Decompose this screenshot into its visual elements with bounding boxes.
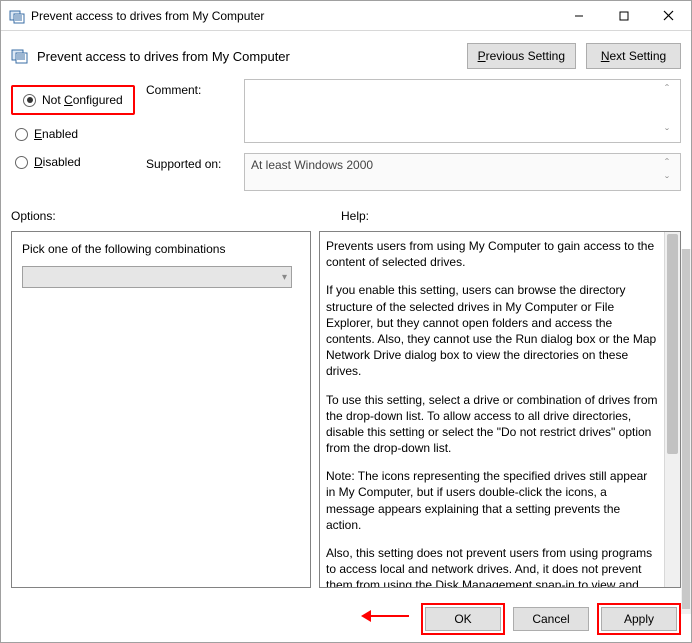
highlight-ok: OK [421,603,505,635]
scroll-arrows-icon: ˆˇ [665,82,677,140]
help-paragraph: To use this setting, select a drive or c… [326,392,658,457]
radio-not-configured[interactable]: Not Configured [19,91,127,109]
app-icon [9,8,25,24]
help-paragraph: If you enable this setting, users can br… [326,282,658,379]
supported-label: Supported on: [146,153,236,191]
previous-setting-button[interactable]: Previous Setting [467,43,576,69]
scroll-arrows-icon: ˆˇ [665,156,677,188]
lower-panes: Pick one of the following combinations ▾… [1,227,691,596]
radio-icon [15,128,28,141]
close-button[interactable] [646,1,691,30]
right-column: Comment: ˆˇ Supported on: At least Windo… [146,79,681,191]
highlight-apply: Apply [597,603,681,635]
outer-scrollbar[interactable] [681,249,691,614]
next-setting-button[interactable]: Next Setting [586,43,681,69]
footer: OK Cancel Apply [1,596,691,642]
help-paragraph: Prevents users from using My Computer to… [326,238,658,270]
help-paragraph: Also, this setting does not prevent user… [326,545,658,587]
policy-heading: Prevent access to drives from My Compute… [37,49,457,64]
help-pane: Prevents users from using My Computer to… [319,231,681,588]
help-text: Prevents users from using My Computer to… [320,232,664,587]
supported-text: At least Windows 2000 [251,158,373,172]
apply-button[interactable]: Apply [601,607,677,631]
radio-disabled[interactable]: Disabled [11,153,146,171]
cancel-button[interactable]: Cancel [513,607,589,631]
maximize-button[interactable] [601,1,646,30]
scrollbar-thumb[interactable] [667,234,678,454]
supported-on-box: At least Windows 2000 ˆˇ [244,153,681,191]
comment-label: Comment: [146,79,236,143]
scrollbar-thumb[interactable] [682,249,690,609]
options-prompt: Pick one of the following combinations [22,242,300,256]
radio-enabled[interactable]: Enabled [11,125,146,143]
chevron-down-icon: ▾ [282,272,287,283]
radio-icon [15,156,28,169]
arrow-left-icon [361,606,411,626]
state-radios: Not Configured Enabled Disabled [11,79,146,191]
titlebar: Prevent access to drives from My Compute… [1,1,691,31]
section-labels: Options: Help: [1,197,691,227]
config-area: Not Configured Enabled Disabled Comment:… [1,79,691,197]
policy-icon [11,47,29,65]
window-title: Prevent access to drives from My Compute… [31,9,556,23]
header-row: Prevent access to drives from My Compute… [1,31,691,79]
policy-editor-window: Prevent access to drives from My Compute… [0,0,692,643]
combination-dropdown[interactable]: ▾ [22,266,292,288]
help-paragraph: Note: The icons representing the specifi… [326,468,658,533]
help-label: Help: [341,209,369,223]
ok-button[interactable]: OK [425,607,501,631]
help-scrollbar[interactable] [664,232,680,587]
minimize-button[interactable] [556,1,601,30]
highlight-not-configured: Not Configured [11,85,135,115]
radio-icon [23,94,36,107]
comment-textarea[interactable]: ˆˇ [244,79,681,143]
options-pane: Pick one of the following combinations ▾ [11,231,311,588]
options-label: Options: [11,209,341,223]
